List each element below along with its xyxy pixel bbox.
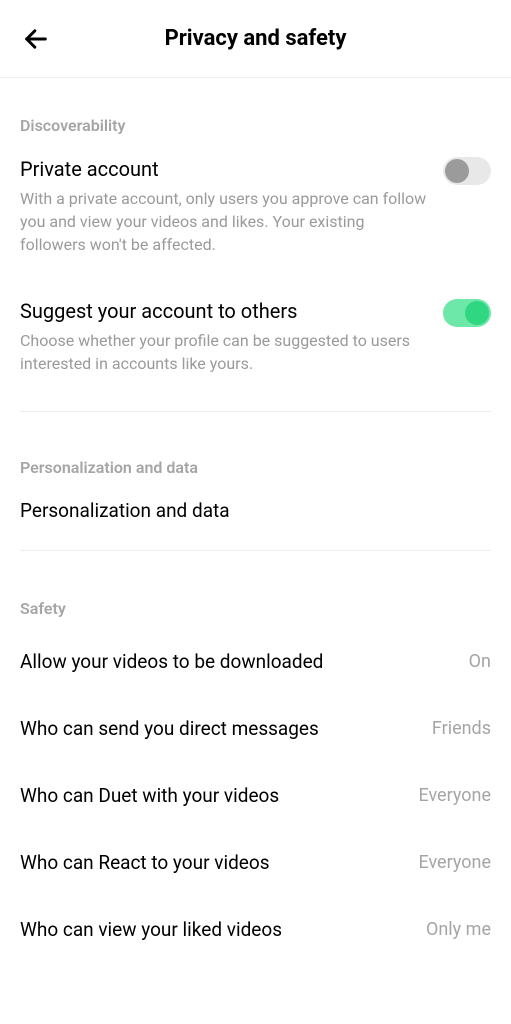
private-account-desc: With a private account, only users you a… — [20, 187, 431, 257]
suggest-account-row: Suggest your account to others Choose wh… — [0, 273, 511, 391]
safety-row-duet[interactable]: Who can Duet with your videos Everyone — [0, 762, 511, 829]
section-header-discoverability: Discoverability — [0, 78, 511, 145]
personalization-row[interactable]: Personalization and data — [0, 487, 511, 544]
safety-row-download[interactable]: Allow your videos to be downloaded On — [0, 628, 511, 695]
header: Privacy and safety — [0, 0, 511, 78]
toggle-knob — [465, 301, 489, 325]
suggest-account-toggle[interactable] — [443, 299, 491, 327]
safety-row-messages[interactable]: Who can send you direct messages Friends — [0, 695, 511, 762]
safety-label: Allow your videos to be downloaded — [20, 650, 323, 673]
suggest-account-title: Suggest your account to others — [20, 299, 431, 323]
safety-label: Who can send you direct messages — [20, 717, 319, 740]
safety-value: Friends — [432, 718, 491, 739]
section-header-safety: Safety — [0, 551, 511, 628]
safety-value: Everyone — [418, 852, 491, 873]
safety-value: Only me — [426, 919, 491, 940]
safety-row-liked[interactable]: Who can view your liked videos Only me — [0, 896, 511, 963]
safety-label: Who can Duet with your videos — [20, 784, 279, 807]
section-header-personalization: Personalization and data — [0, 412, 511, 487]
suggest-account-text: Suggest your account to others Choose wh… — [20, 299, 431, 375]
private-account-toggle[interactable] — [443, 157, 491, 185]
back-arrow-icon — [22, 25, 50, 53]
toggle-knob — [445, 159, 469, 183]
private-account-title: Private account — [20, 157, 431, 181]
back-button[interactable] — [20, 23, 52, 55]
safety-value: Everyone — [418, 785, 491, 806]
safety-row-react[interactable]: Who can React to your videos Everyone — [0, 829, 511, 896]
safety-label: Who can view your liked videos — [20, 918, 282, 941]
personalization-label: Personalization and data — [20, 499, 230, 522]
safety-value: On — [469, 651, 491, 672]
page-title: Privacy and safety — [165, 26, 347, 51]
private-account-text: Private account With a private account, … — [20, 157, 431, 257]
suggest-account-desc: Choose whether your profile can be sugge… — [20, 329, 431, 375]
content: Discoverability Private account With a p… — [0, 78, 511, 963]
safety-label: Who can React to your videos — [20, 851, 270, 874]
private-account-row: Private account With a private account, … — [0, 145, 511, 273]
